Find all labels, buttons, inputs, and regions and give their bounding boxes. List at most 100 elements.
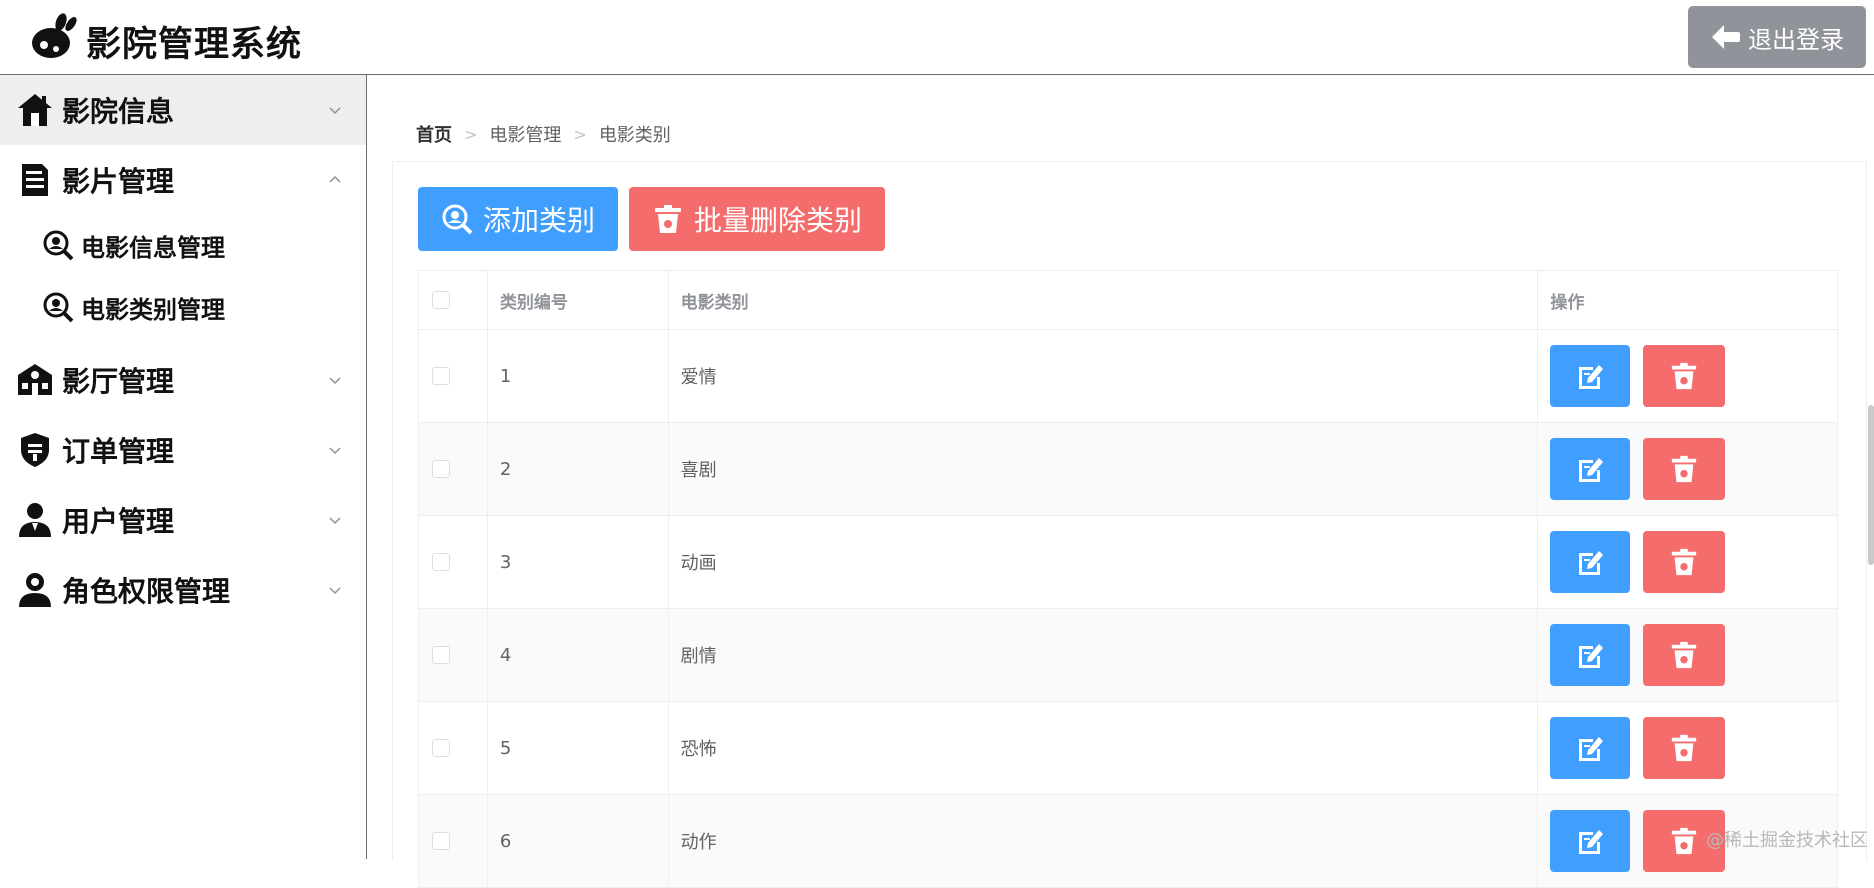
row-checkbox[interactable] — [432, 832, 450, 850]
sidebar-item-film-management[interactable]: 影片管理 — [0, 145, 366, 215]
chevron-down-icon — [329, 107, 341, 115]
home-icon — [18, 94, 52, 126]
sidebar-subitem-film-category[interactable]: 电影类别管理 — [0, 277, 366, 337]
sidebar-subitem-label: 电影类别管理 — [81, 295, 225, 324]
sidebar-item-user-management[interactable]: 用户管理 — [0, 485, 366, 555]
sidebar-item-role-permission[interactable]: 角色权限管理 — [0, 555, 366, 625]
table-row: 1 爱情 — [419, 330, 1837, 423]
logout-label: 退出登录 — [1748, 25, 1844, 54]
row-checkbox[interactable] — [432, 367, 450, 385]
table-row: 3 动画 — [419, 516, 1837, 609]
content-panel: 添加类别 批量删除类别 类别编号 电影类别 操作 1 爱情 2 喜剧 3 动画 … — [392, 161, 1867, 888]
sidebar-item-label: 角色权限管理 — [62, 575, 231, 608]
trash-icon — [1672, 548, 1697, 576]
main-content: 首页 > 电影管理 > 电影类别 添加类别 批量删除类别 类别编号 电影类别 操… — [367, 75, 1874, 888]
table-header-row: 类别编号 电影类别 操作 — [419, 271, 1837, 330]
edit-button[interactable] — [1550, 624, 1631, 686]
arrow-left-icon — [1712, 25, 1740, 49]
watermark: @稀土掘金技术社区 — [1706, 830, 1868, 851]
cell-id: 5 — [488, 702, 669, 794]
sidebar-item-label: 订单管理 — [62, 435, 175, 468]
chevron-down-icon — [329, 517, 341, 525]
edit-button[interactable] — [1550, 717, 1631, 779]
cell-id: 6 — [488, 795, 669, 887]
row-checkbox[interactable] — [432, 553, 450, 571]
edit-icon — [1579, 737, 1604, 761]
delete-button[interactable] — [1643, 345, 1726, 407]
table-row: 2 喜剧 — [419, 423, 1837, 516]
row-checkbox[interactable] — [432, 739, 450, 757]
top-header: 影院管理系统 退出登录 — [0, 0, 1874, 75]
column-header-type: 电影类别 — [669, 271, 1539, 329]
select-all-checkbox[interactable] — [432, 291, 450, 309]
chevron-down-icon — [329, 377, 341, 385]
delete-button[interactable] — [1643, 531, 1726, 593]
breadcrumb-home[interactable]: 首页 — [416, 121, 452, 147]
sidebar: 影院信息 影片管理 电影信息管理 电影类别管理 影厅管理 订单管理 用户管理 角… — [0, 75, 367, 859]
cell-id: 2 — [488, 423, 669, 515]
edit-icon — [1579, 644, 1604, 668]
trash-icon — [1672, 827, 1697, 855]
cell-id: 3 — [488, 516, 669, 608]
trash-icon — [654, 205, 681, 233]
document-icon — [22, 164, 48, 196]
scrollbar[interactable] — [1868, 405, 1874, 565]
table-row: 6 动作 — [419, 795, 1837, 888]
row-checkbox[interactable] — [432, 460, 450, 478]
chevron-down-icon — [329, 447, 341, 455]
sidebar-item-order-management[interactable]: 订单管理 — [0, 415, 366, 485]
trash-icon — [1672, 362, 1697, 390]
trash-icon — [1672, 455, 1697, 483]
chevron-up-icon — [329, 175, 341, 183]
sidebar-item-label: 影院信息 — [62, 95, 175, 128]
category-table: 类别编号 电影类别 操作 1 爱情 2 喜剧 3 动画 4 剧情 5 恐怖 6 … — [418, 270, 1838, 888]
delete-button[interactable] — [1643, 624, 1726, 686]
edit-button[interactable] — [1550, 345, 1631, 407]
breadcrumb-separator: > — [573, 124, 587, 144]
edit-button[interactable] — [1550, 531, 1631, 593]
cell-type: 爱情 — [669, 330, 1539, 422]
sidebar-item-cinema-info[interactable]: 影院信息 — [0, 75, 366, 145]
add-category-button[interactable]: 添加类别 — [418, 187, 618, 251]
cell-id: 1 — [488, 330, 669, 422]
breadcrumb-item: 电影类别 — [598, 125, 671, 146]
logout-button[interactable]: 退出登录 — [1688, 6, 1866, 68]
logo-icon — [32, 13, 77, 58]
search-icon — [43, 230, 74, 261]
cell-id: 4 — [488, 609, 669, 701]
sidebar-item-label: 用户管理 — [62, 505, 175, 538]
table-row: 4 剧情 — [419, 609, 1837, 702]
sidebar-item-hall-management[interactable]: 影厅管理 — [0, 345, 366, 415]
chevron-down-icon — [329, 587, 341, 595]
cell-type: 动作 — [669, 795, 1539, 887]
building-icon — [18, 364, 52, 395]
edit-button[interactable] — [1550, 438, 1631, 500]
delete-button[interactable] — [1643, 717, 1726, 779]
sidebar-item-label: 影片管理 — [62, 165, 175, 198]
column-header-id: 类别编号 — [488, 271, 669, 329]
breadcrumb: 首页 > 电影管理 > 电影类别 — [416, 121, 671, 147]
sidebar-subitem-label: 电影信息管理 — [81, 233, 225, 262]
search-icon — [43, 292, 74, 323]
add-category-label: 添加类别 — [482, 204, 595, 237]
delete-button[interactable] — [1643, 438, 1726, 500]
user-icon — [19, 503, 51, 537]
column-header-actions: 操作 — [1550, 292, 1585, 313]
edit-icon — [1579, 830, 1604, 854]
cell-type: 剧情 — [669, 609, 1539, 701]
edit-button[interactable] — [1550, 810, 1631, 872]
user-role-icon — [19, 573, 51, 607]
app-title: 影院管理系统 — [86, 25, 303, 65]
table-row: 5 恐怖 — [419, 702, 1837, 795]
trash-icon — [1672, 641, 1697, 669]
edit-icon — [1579, 365, 1604, 389]
sidebar-subitem-film-info[interactable]: 电影信息管理 — [0, 215, 366, 275]
batch-delete-button[interactable]: 批量删除类别 — [629, 187, 885, 251]
breadcrumb-separator: > — [464, 124, 478, 144]
shield-icon — [21, 433, 49, 467]
breadcrumb-item: 电影管理 — [489, 125, 562, 146]
cell-type: 喜剧 — [669, 423, 1539, 515]
search-icon — [442, 204, 473, 235]
edit-icon — [1579, 458, 1604, 482]
row-checkbox[interactable] — [432, 646, 450, 664]
